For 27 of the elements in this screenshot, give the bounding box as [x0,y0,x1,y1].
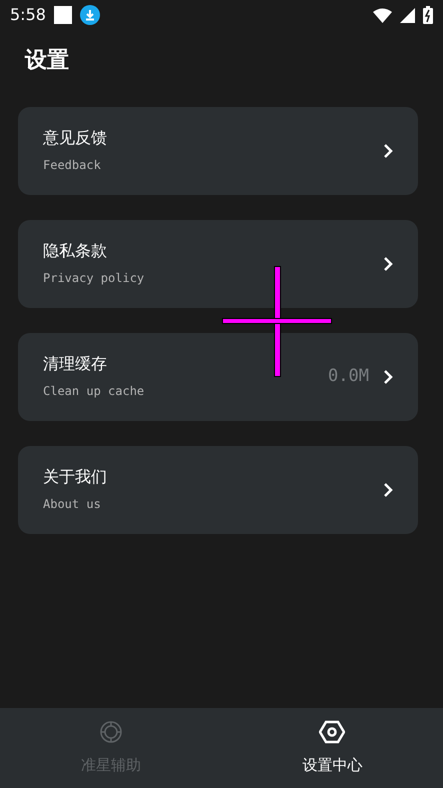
item-subtitle: Clean up cache [43,382,146,400]
chevron-right-icon [383,482,393,498]
settings-item[interactable]: 隐私条款 Privacy policy [18,220,418,308]
item-title: 清理缓存 [43,354,108,374]
item-title: 意见反馈 [43,128,108,148]
cache-size: 0.0M [328,365,369,388]
item-subtitle: Privacy policy [43,270,146,287]
page-title: 设置 [24,47,70,75]
settings-item[interactable]: 关于我们 About us [18,446,418,534]
item-subtitle: Feedback [43,156,102,174]
chevron-right-icon [383,143,393,159]
settings-item[interactable]: 清理缓存 Clean up cache 0.0M [18,333,418,421]
wifi-icon [373,8,392,22]
item-title: 关于我们 [43,467,108,487]
chevron-right-icon [383,256,393,272]
item-subtitle: About us [43,496,102,513]
settings-item[interactable]: 意见反馈 Feedback [18,107,418,195]
download-icon [80,5,100,25]
nav-tab[interactable]: 设置中心 [222,708,443,788]
item-title: 隐私条款 [43,241,108,261]
target-icon [98,720,123,744]
chevron-right-icon [383,369,393,385]
signal-icon [400,8,415,22]
status-time: 5:58 [10,4,46,26]
battery-icon [423,6,433,24]
notification-icon [54,6,72,24]
settings-icon [319,720,346,744]
